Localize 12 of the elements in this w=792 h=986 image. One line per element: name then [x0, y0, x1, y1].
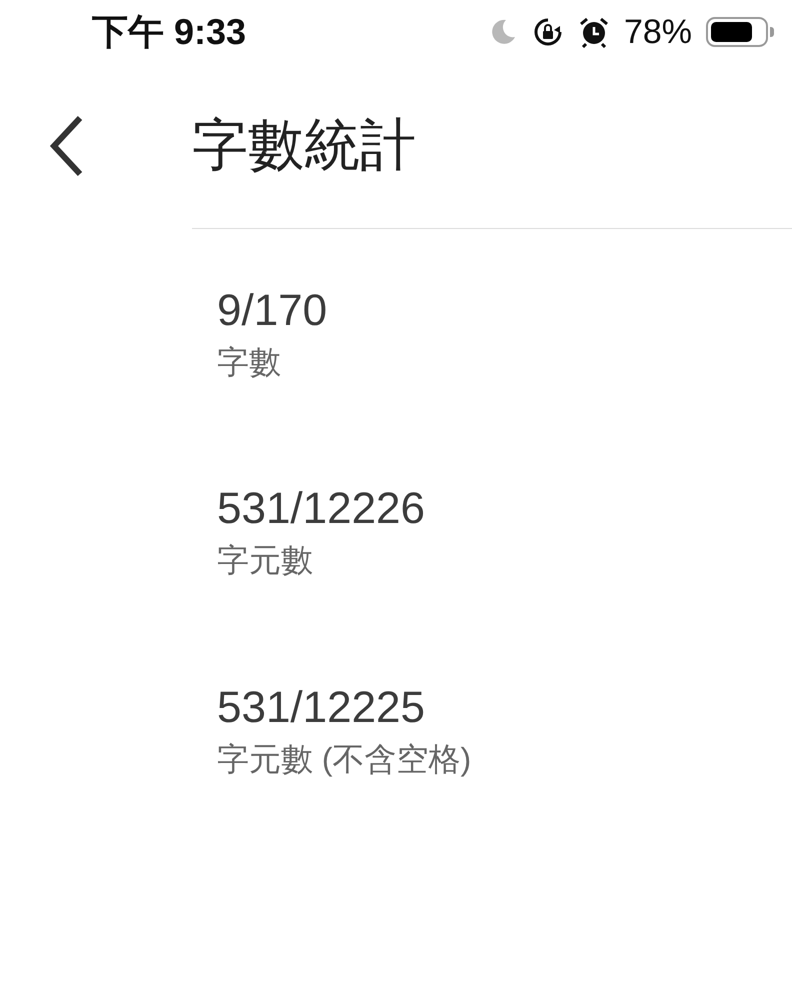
rotation-lock-icon [532, 16, 564, 48]
stat-value: 531/12225 [217, 682, 426, 734]
stat-label: 字數 [217, 342, 282, 382]
stat-label: 字元數 [217, 541, 314, 580]
stat-value: 9/170 [217, 285, 328, 337]
stat-value: 531/12226 [217, 483, 426, 536]
battery-icon [706, 17, 774, 47]
status-time: 下午 9:33 [92, 10, 246, 54]
battery-percentage: 78% [624, 12, 692, 52]
alarm-icon [578, 16, 610, 48]
stat-label: 字元數 (不含空格) [217, 740, 472, 779]
page-title: 字數統計 [192, 112, 416, 178]
